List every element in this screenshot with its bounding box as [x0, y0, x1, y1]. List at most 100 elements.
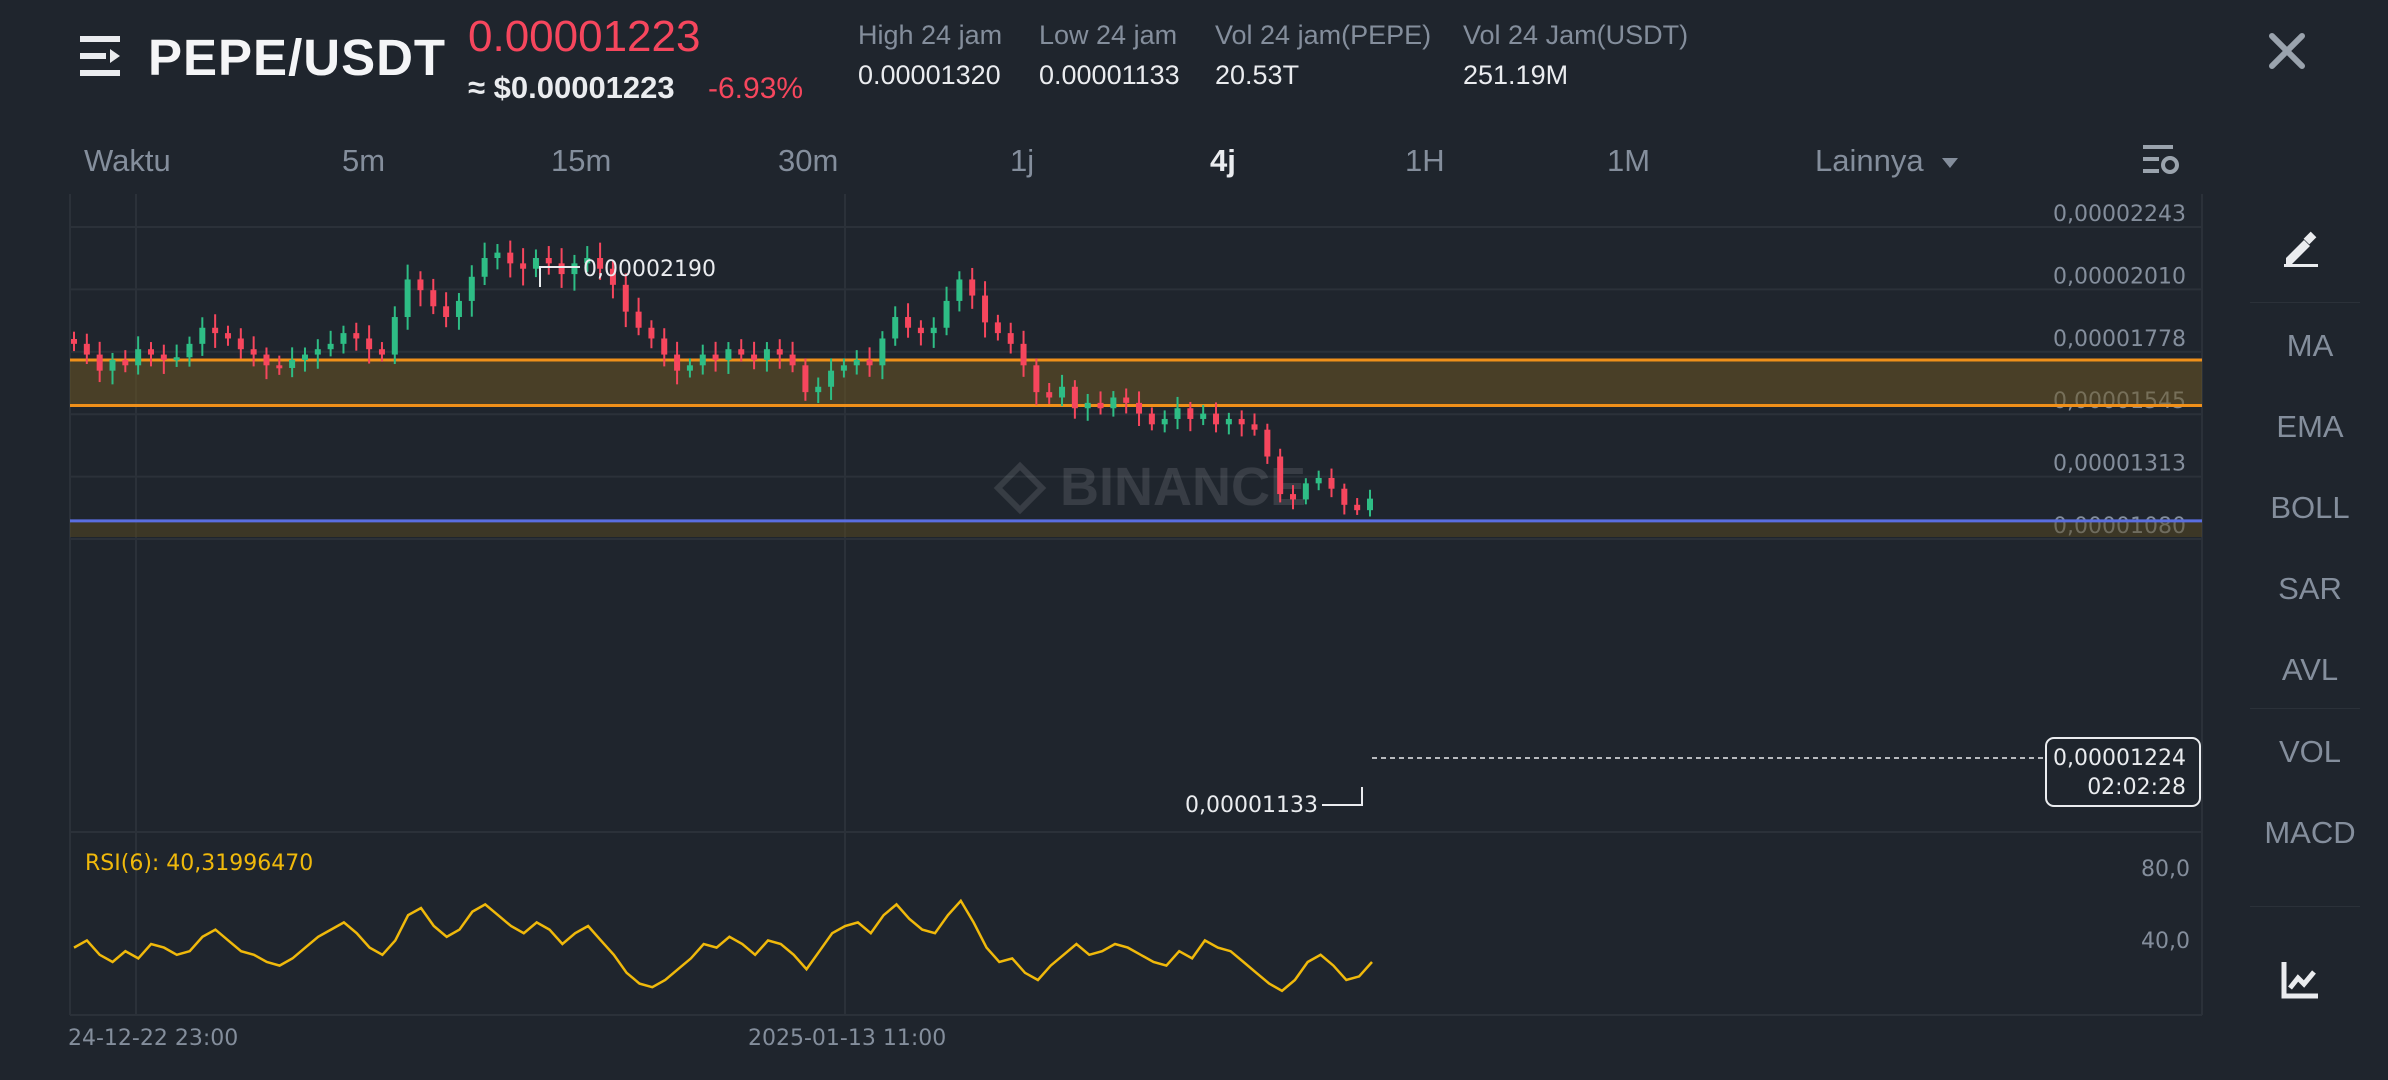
candle-body: [301, 354, 308, 360]
candle-body: [173, 357, 180, 361]
tab-lainnya-label: Lainnya: [1815, 143, 1924, 178]
candle-body: [712, 354, 719, 360]
candle-body: [956, 279, 963, 301]
time-label-1: 24-12-22 23:00: [68, 1026, 238, 1051]
tab-30m[interactable]: 30m: [778, 143, 838, 179]
last-price: 0.00001223: [468, 12, 701, 61]
time-label-2: 2025-01-13 11:00: [748, 1026, 946, 1051]
candle-body: [1290, 494, 1297, 500]
indicator-sar[interactable]: SAR: [2240, 571, 2380, 607]
candle-body: [224, 333, 231, 339]
stat-value-low: 0.00001133: [1039, 60, 1180, 90]
indicator-chart-icon[interactable]: [2280, 960, 2320, 1000]
candle-body: [1225, 418, 1232, 425]
candle-body: [96, 354, 103, 371]
last-price-axis-label: 0,00001224: [2053, 746, 2186, 771]
candle-body: [186, 343, 193, 358]
candle-body: [853, 359, 860, 366]
indicator-vol[interactable]: VOL: [2240, 734, 2380, 770]
candle-body: [789, 354, 796, 366]
price-usd: ≈ $0.00001223: [468, 70, 675, 105]
candle-body: [892, 317, 899, 339]
candle-body: [122, 359, 129, 366]
candle-body: [879, 338, 886, 366]
candle-body: [1200, 413, 1207, 419]
candle-body: [276, 365, 283, 369]
candle-body: [751, 354, 758, 360]
candle-body: [1354, 504, 1361, 511]
candle-body: [404, 279, 411, 318]
candle-body: [1251, 424, 1258, 430]
candle-body: [905, 317, 912, 328]
candle-body: [289, 359, 296, 368]
indicator-boll[interactable]: BOLL: [2240, 490, 2380, 526]
candle-body: [353, 333, 360, 339]
tab-4j[interactable]: 4j: [1210, 143, 1236, 179]
menu-icon[interactable]: [80, 34, 126, 78]
stat-value-vol-pepe: 20.53T: [1215, 60, 1300, 90]
candle-body: [378, 349, 385, 355]
tab-waktu[interactable]: Waktu: [84, 143, 171, 179]
indicator-ema[interactable]: EMA: [2240, 409, 2380, 445]
close-icon[interactable]: [2266, 30, 2308, 72]
tab-15m[interactable]: 15m: [551, 143, 611, 179]
candle-body: [212, 327, 219, 334]
trading-pair-title[interactable]: PEPE/USDT: [148, 28, 446, 87]
candle-body: [1059, 386, 1066, 398]
candle-body: [147, 349, 154, 355]
candle-body: [494, 252, 501, 258]
chart-settings-icon[interactable]: [2143, 142, 2179, 176]
price-chart[interactable]: 0,000022430,000020100,000017780,00001545…: [0, 190, 2210, 1060]
candle-body: [622, 284, 629, 312]
candle-body: [802, 365, 809, 393]
candle-body: [917, 327, 924, 334]
candle-body: [1328, 477, 1335, 489]
draw-pen-icon[interactable]: [2280, 228, 2320, 268]
candle-body: [840, 365, 847, 371]
candle-body: [314, 349, 321, 355]
candle-body: [994, 322, 1001, 334]
candle-body: [160, 354, 167, 360]
candle-body: [1174, 408, 1181, 419]
candle-body: [982, 295, 989, 323]
resistance-zone: [70, 359, 2202, 406]
support-zone: [70, 520, 2202, 537]
candle-body: [725, 349, 732, 360]
candle-body: [417, 279, 424, 291]
stat-label-low: Low 24 jam: [1039, 20, 1178, 50]
candle-body: [1213, 413, 1220, 425]
candle-body: [430, 290, 437, 307]
candle-body: [1238, 418, 1245, 425]
candle-body: [571, 263, 578, 275]
tab-1j[interactable]: 1j: [1010, 143, 1034, 179]
candle-body: [455, 300, 462, 318]
candle-body: [1148, 413, 1155, 425]
tab-1h[interactable]: 1H: [1405, 143, 1445, 179]
candle-body: [1302, 483, 1309, 500]
tab-5m[interactable]: 5m: [342, 143, 385, 179]
candle-body: [366, 338, 373, 350]
tab-1m[interactable]: 1M: [1607, 143, 1650, 179]
candle-body: [1161, 418, 1168, 425]
candle-body: [738, 349, 745, 355]
candle-body: [686, 365, 693, 371]
candle-body: [481, 257, 488, 277]
candle-body: [1264, 429, 1271, 457]
stat-value-high: 0.00001320: [858, 60, 1001, 90]
price-axis-label: 0,00002010: [2053, 264, 2186, 289]
candle-body: [674, 354, 681, 371]
price-change-percent: -6.93%: [708, 72, 804, 105]
candle-body: [1033, 365, 1040, 393]
candle-body: [558, 263, 565, 275]
stat-label-vol-pepe: Vol 24 jam(PEPE): [1215, 20, 1432, 50]
candle-body: [661, 338, 668, 355]
high-marker-label: 0,00002190: [583, 257, 716, 282]
candle-body: [109, 359, 116, 371]
indicator-ma[interactable]: MA: [2240, 328, 2380, 364]
candle-body: [135, 349, 142, 366]
candle-body: [1110, 397, 1117, 409]
tab-lainnya[interactable]: Lainnya: [1815, 143, 1960, 179]
candle-body: [263, 354, 270, 366]
indicator-macd[interactable]: MACD: [2240, 815, 2380, 851]
indicator-avl[interactable]: AVL: [2240, 652, 2380, 688]
